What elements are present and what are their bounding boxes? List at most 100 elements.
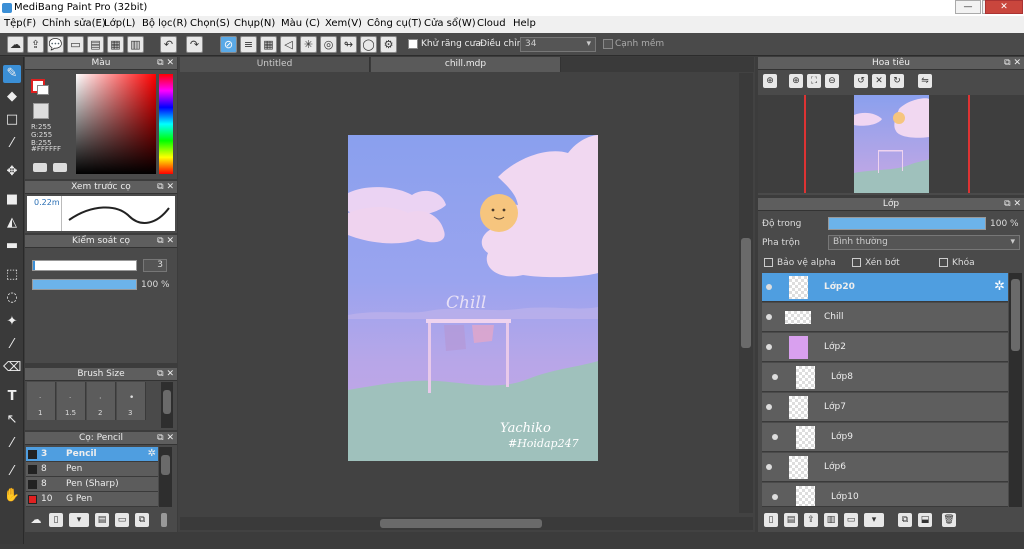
protect-alpha-checkbox[interactable] — [764, 258, 773, 267]
visibility-icon[interactable] — [766, 314, 772, 320]
menu-select[interactable]: Chọn(S) — [190, 18, 230, 29]
redo-icon[interactable]: ↷ — [186, 36, 203, 53]
panel-controls-icon[interactable]: ⧉ ✕ — [157, 368, 174, 381]
fill-rect-icon[interactable]: ■ — [3, 191, 21, 209]
select-rect-icon[interactable]: □ — [3, 111, 21, 129]
select-pen-icon[interactable]: ⁄ — [3, 336, 21, 354]
clipping-checkbox[interactable] — [852, 258, 861, 267]
brush-list-scrollbar[interactable] — [159, 447, 172, 507]
gear-icon[interactable]: ✲ — [148, 448, 156, 459]
ellipse-snap-icon[interactable]: ◯ — [360, 36, 377, 53]
menu-filter[interactable]: Bộ lọc(R) — [142, 18, 187, 29]
panel-controls-icon[interactable]: ⧉ ✕ — [1004, 57, 1021, 70]
antialias-checkbox[interactable] — [408, 39, 418, 49]
snap-settings-icon[interactable]: ⚙ — [380, 36, 397, 53]
navigator-preview[interactable] — [758, 95, 1024, 193]
canvas-horizontal-scrollbar[interactable] — [180, 517, 753, 530]
adjust-select[interactable]: 34 ▾ — [520, 37, 596, 52]
parallel-snap-icon[interactable]: ≡ — [240, 36, 257, 53]
circle-snap-icon[interactable]: ◎ — [320, 36, 337, 53]
menu-view[interactable]: Xem(V) — [325, 18, 362, 29]
operation-tool-icon[interactable]: ↖ — [3, 411, 21, 429]
panel-controls-icon[interactable]: ⧉ ✕ — [157, 181, 174, 194]
brush-tool-icon[interactable]: ✎ — [3, 65, 21, 83]
menu-file[interactable]: Tệp(F) — [4, 18, 36, 29]
curve-snap-icon[interactable]: ↬ — [340, 36, 357, 53]
hue-slider[interactable] — [159, 74, 173, 174]
canvas-vertical-scrollbar[interactable] — [739, 73, 753, 513]
visibility-icon[interactable] — [772, 434, 778, 440]
add-brush-dropdown-icon[interactable]: ▾ — [69, 513, 89, 527]
panel-controls-icon[interactable]: ⧉ ✕ — [157, 235, 174, 248]
vanishing-snap-icon[interactable]: ◁ — [280, 36, 297, 53]
lock-checkbox[interactable] — [939, 258, 948, 267]
layer-item-lop20[interactable]: Lớp20 ✲ — [762, 273, 1008, 302]
document-icon[interactable]: ▤ — [87, 36, 104, 53]
menu-tools[interactable]: Công cụ(T) — [367, 18, 422, 29]
rotate-left-icon[interactable]: ↺ — [854, 74, 868, 88]
zoom-in-icon[interactable]: ⊕ — [763, 74, 777, 88]
color-mode-button[interactable] — [33, 163, 47, 172]
scroll-thumb[interactable] — [380, 519, 542, 528]
brush-item-pen-sharp[interactable]: 8 Pen (Sharp) — [26, 477, 158, 492]
select-tool-icon[interactable]: ⬚ — [3, 266, 21, 284]
new-halftone-layer-icon[interactable]: ▤ — [784, 513, 798, 527]
select-eraser-icon[interactable]: ⌫ — [3, 359, 21, 377]
gradient-tool-icon[interactable]: ▬ — [3, 237, 21, 255]
lasso-tool-icon[interactable]: ◌ — [3, 289, 21, 307]
brush-size-option[interactable]: · 2 — [87, 382, 116, 420]
visibility-icon[interactable] — [766, 464, 772, 470]
delete-layer-icon[interactable]: 🗑 — [942, 513, 956, 527]
merge-layer-icon[interactable]: ⬓ — [918, 513, 932, 527]
menu-cloud[interactable]: Cloud — [477, 18, 506, 29]
text-tool-icon[interactable]: T — [3, 388, 21, 406]
hand-tool-icon[interactable]: ✋ — [3, 487, 21, 505]
eyedropper-icon[interactable]: ⁄ — [3, 463, 21, 481]
reset-rotation-icon[interactable]: ✕ — [872, 74, 886, 88]
brush-settings-icon[interactable]: ▤ — [95, 513, 109, 527]
menu-edit[interactable]: Chỉnh sửa(E) — [42, 18, 106, 29]
add-layer-dropdown-icon[interactable]: ▾ — [864, 513, 884, 527]
brush-item-g-pen[interactable]: 10 G Pen — [26, 492, 158, 507]
brush-size-field[interactable]: 3 — [143, 259, 167, 272]
brush-item-pen[interactable]: 8 Pen — [26, 462, 158, 477]
visibility-icon[interactable] — [766, 344, 772, 350]
scroll-thumb[interactable] — [161, 455, 170, 475]
duplicate-icon[interactable]: ⧉ — [135, 513, 149, 527]
layer-item-lop10[interactable]: Lớp10 — [762, 483, 1008, 507]
saturation-value-picker[interactable] — [76, 74, 156, 174]
magic-wand-icon[interactable]: ✦ — [3, 313, 21, 331]
fit-window-icon[interactable]: ⛶ — [807, 74, 821, 88]
comment-icon[interactable]: 💬 — [47, 36, 64, 53]
flip-icon[interactable]: ⇋ — [918, 74, 932, 88]
bucket-tool-icon[interactable]: ◭ — [3, 214, 21, 232]
new-layer-icon[interactable]: ▯ — [764, 513, 778, 527]
new-brush-icon[interactable]: ▯ — [49, 513, 63, 527]
opacity-slider[interactable] — [32, 279, 137, 290]
dot-brush-icon[interactable]: ⁄ — [3, 135, 21, 153]
tab-untitled[interactable]: Untitled — [180, 57, 370, 72]
grid-doc-icon[interactable]: ▦ — [107, 36, 124, 53]
undo-icon[interactable]: ↶ — [160, 36, 177, 53]
menu-window[interactable]: Cửa sổ(W) — [424, 18, 476, 29]
layer-item-lop2[interactable]: Lớp2 — [762, 333, 1008, 362]
tab-chill[interactable]: chill.mdp — [371, 57, 561, 72]
scroll-thumb[interactable] — [1011, 279, 1020, 351]
menu-snap[interactable]: Chụp(N) — [234, 18, 275, 29]
color-picker-button[interactable] — [53, 163, 67, 172]
blend-mode-select[interactable]: Bình thường ▾ — [828, 235, 1020, 250]
duplicate-layer-icon[interactable]: ⧉ — [898, 513, 912, 527]
visibility-icon[interactable] — [766, 404, 772, 410]
visibility-icon[interactable] — [772, 494, 778, 500]
zoom-in-icon[interactable]: ⊕ — [789, 74, 803, 88]
layer-item-lop9[interactable]: Lớp9 — [762, 423, 1008, 452]
gear-icon[interactable]: ✲ — [994, 279, 1005, 294]
panel-controls-icon[interactable]: ⧉ ✕ — [157, 432, 174, 445]
visibility-icon[interactable] — [772, 374, 778, 380]
layer-item-lop7[interactable]: Lớp7 — [762, 393, 1008, 422]
rotate-right-icon[interactable]: ↻ — [890, 74, 904, 88]
menu-layer[interactable]: Lớp(L) — [104, 18, 135, 29]
radial-snap-icon[interactable]: ✳ — [300, 36, 317, 53]
layer-opacity-slider[interactable] — [828, 217, 986, 230]
brush-size-scrollbar[interactable] — [161, 382, 173, 428]
